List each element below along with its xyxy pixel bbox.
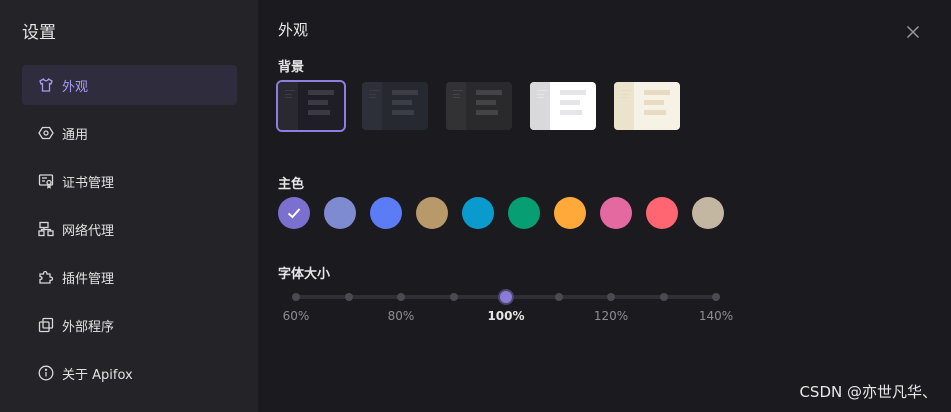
theme-preview-content-line: [476, 110, 498, 115]
slider-tick-label: 140%: [698, 309, 734, 323]
network-icon: [38, 221, 54, 237]
theme-preview-content-line: [560, 100, 580, 105]
sidebar-title: 设置: [22, 23, 56, 43]
primary-color-label: 主色: [278, 177, 305, 192]
theme-preview-nav-line: [285, 94, 292, 95]
theme-preview-content-line: [392, 100, 412, 105]
color-swatch[interactable]: [600, 197, 632, 229]
background-theme-list: [276, 80, 680, 132]
theme-preview-nav-line: [285, 97, 292, 98]
sidebar-item-label: 外部程序: [62, 319, 115, 335]
theme-preview-nav-line: [453, 97, 460, 98]
theme-preview-nav-line: [453, 94, 460, 95]
sidebar-item-label: 外观: [62, 79, 89, 95]
background-label: 背景: [278, 60, 305, 75]
slider-step-dot[interactable]: [712, 293, 720, 301]
sidebar-item-label: 关于 Apifox: [62, 367, 133, 383]
theme-preview-nav-line: [621, 94, 628, 95]
theme-preview-content-line: [476, 100, 496, 105]
sidebar-item-label: 网络代理: [62, 223, 115, 239]
theme-preview-nav-line: [369, 90, 379, 91]
theme-preview-nav-line: [621, 90, 631, 91]
theme-preview-nav-line: [369, 97, 376, 98]
page-title: 外观: [278, 21, 309, 39]
color-swatch[interactable]: [508, 197, 540, 229]
settings-window: 设置 外观 通用 证书管理 网络代理 插件管理 外部程序 关于 Apifox 外…: [0, 0, 951, 412]
close-button[interactable]: [904, 23, 922, 41]
sidebar-item-appearance[interactable]: 外观: [22, 65, 237, 105]
sidebar-item-network-proxy[interactable]: 网络代理: [22, 209, 237, 249]
slider-step-dot[interactable]: [449, 293, 458, 301]
watermark: CSDN @亦世凡华、: [799, 383, 937, 401]
slider-step-dot[interactable]: [397, 293, 405, 301]
theme-preview-content-line: [644, 110, 666, 115]
sidebar-item-general[interactable]: 通用: [22, 113, 237, 153]
color-swatch[interactable]: [370, 197, 402, 229]
theme-card-cream[interactable]: [614, 82, 680, 130]
theme-preview-content-line: [644, 100, 664, 105]
hexagon-icon: [38, 125, 54, 141]
theme-preview-nav-line: [537, 90, 547, 91]
theme-preview-content-line: [560, 90, 586, 95]
slider-step-dot[interactable]: [554, 293, 563, 301]
color-swatch[interactable]: [462, 197, 494, 229]
theme-preview-content-line: [308, 110, 330, 115]
sidebar-item-certificates[interactable]: 证书管理: [22, 161, 237, 201]
check-icon: [287, 208, 301, 219]
primary-color-list: [278, 197, 724, 229]
puzzle-icon: [38, 269, 54, 285]
theme-preview-content-line: [392, 110, 414, 115]
slider-handle[interactable]: [500, 291, 512, 303]
sidebar-nav: 外观 通用 证书管理 网络代理 插件管理 外部程序 关于 Apifox: [22, 65, 237, 401]
certificate-icon: [38, 173, 54, 189]
theme-preview-content-line: [476, 90, 502, 95]
color-swatch[interactable]: [554, 197, 586, 229]
theme-preview-nav-line: [369, 94, 376, 95]
slider-tick-label: 120%: [593, 309, 629, 323]
slider-step-dot[interactable]: [659, 293, 668, 301]
theme-preview-content-line: [308, 100, 328, 105]
font-size-slider[interactable]: 60% 80% 100% 120% 140%: [283, 291, 733, 337]
sidebar-item-plugins[interactable]: 插件管理: [22, 257, 237, 297]
slider-step-dot[interactable]: [344, 293, 353, 301]
theme-card-dark-purple[interactable]: [276, 80, 346, 132]
theme-card-light[interactable]: [530, 82, 596, 130]
sidebar: 设置 外观 通用 证书管理 网络代理 插件管理 外部程序 关于 Apifox: [0, 0, 258, 412]
color-swatch[interactable]: [278, 197, 310, 229]
slider-step-dot[interactable]: [607, 293, 615, 301]
slider-tick-label: 100%: [487, 309, 525, 323]
font-size-label: 字体大小: [278, 267, 331, 282]
theme-preview-content-line: [644, 90, 670, 95]
settings-content: 外观 背景 主色 字体大小 60% 80% 100% 120% 140%: [258, 0, 951, 412]
color-swatch[interactable]: [416, 197, 448, 229]
theme-preview-content-line: [308, 90, 334, 95]
sidebar-item-label: 插件管理: [62, 271, 115, 287]
theme-preview-nav-line: [621, 97, 628, 98]
sidebar-item-label: 证书管理: [62, 175, 115, 191]
theme-preview-nav-line: [537, 94, 544, 95]
theme-preview-content-line: [560, 110, 582, 115]
slider-step-dot[interactable]: [292, 293, 300, 301]
theme-preview-nav-line: [285, 90, 295, 91]
color-swatch[interactable]: [646, 197, 678, 229]
color-swatch[interactable]: [692, 197, 724, 229]
theme-card-dark-slate[interactable]: [362, 82, 428, 130]
color-swatch[interactable]: [324, 197, 356, 229]
theme-card-dark-gray[interactable]: [446, 82, 512, 130]
theme-preview-nav-line: [537, 97, 544, 98]
slider-tick-label: 80%: [387, 309, 415, 323]
theme-preview-content-line: [392, 90, 418, 95]
sidebar-item-about[interactable]: 关于 Apifox: [22, 353, 237, 393]
sidebar-item-label: 通用: [62, 127, 89, 143]
theme-preview-nav-line: [453, 90, 463, 91]
slider-tick-label: 60%: [282, 309, 310, 323]
windows-icon: [38, 317, 54, 333]
close-icon: [907, 26, 919, 38]
sidebar-item-external-programs[interactable]: 外部程序: [22, 305, 237, 345]
info-icon: [38, 365, 54, 381]
shirt-icon: [38, 77, 54, 93]
